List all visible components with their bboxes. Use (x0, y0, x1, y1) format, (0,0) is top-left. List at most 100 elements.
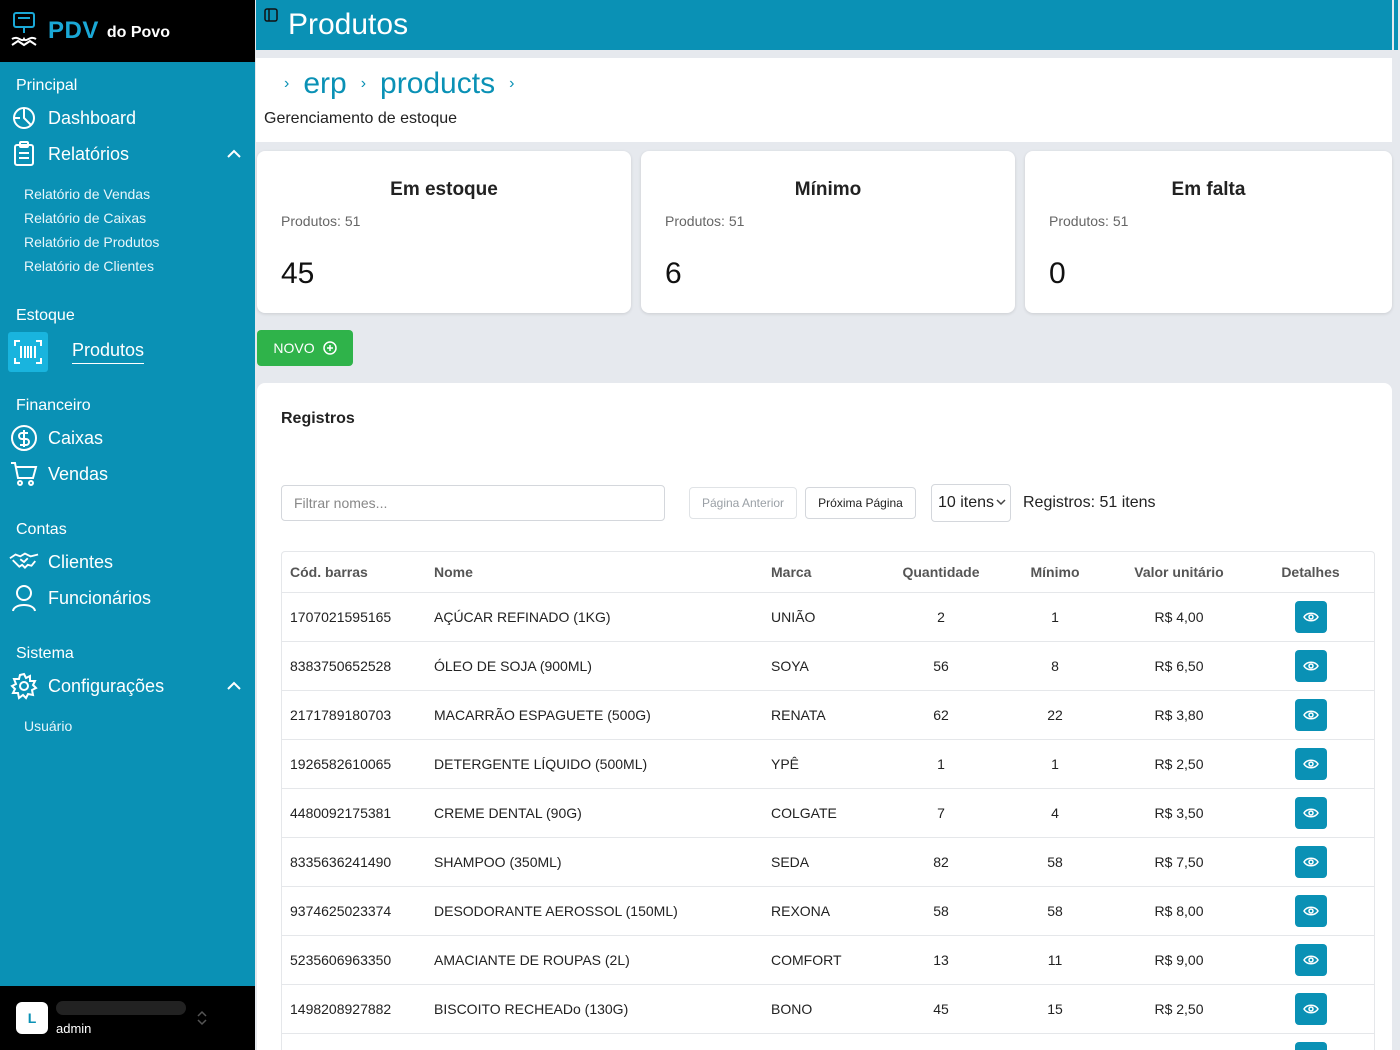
dashboard-icon (9, 103, 39, 133)
sidebar-subitem-relatorio-caixas[interactable]: Relatório de Caixas (0, 206, 255, 230)
breadcrumb-products[interactable]: products (380, 67, 495, 101)
view-details-button[interactable] (1294, 796, 1327, 829)
user-name-redacted (56, 1000, 186, 1015)
column-header-unit-value[interactable]: Valor unitário (1111, 552, 1247, 593)
sidebar-subitem-relatorio-produtos[interactable]: Relatório de Produtos (0, 230, 255, 254)
cell-minimum: 15 (999, 984, 1111, 1034)
cell-barcode: 1926582610065 (282, 739, 434, 789)
new-product-button[interactable]: NOVO (257, 330, 353, 366)
view-details-button[interactable] (1294, 1041, 1327, 1050)
breadcrumb-erp[interactable]: erp (303, 67, 346, 101)
cell-minimum: 1 (999, 739, 1111, 789)
cell-unit-value: R$ 4,00 (1111, 592, 1247, 642)
page-size-value: 10 itens (938, 494, 995, 511)
sidebar-item-vendas[interactable]: Vendas (0, 456, 255, 492)
sidebar: PDV do Povo Principal Dashboard Relatóri… (0, 0, 255, 1050)
records-title: Registros (281, 410, 355, 427)
view-details-button[interactable] (1294, 943, 1327, 976)
plus-circle-icon (322, 341, 337, 355)
chevron-up-icon[interactable] (226, 678, 242, 694)
sidebar-item-relatorios[interactable]: Relatórios (0, 136, 255, 172)
records-panel: Registros Página Anterior Próxima Página… (257, 383, 1392, 1050)
cell-unit-value: R$ 2,50 (1111, 984, 1247, 1034)
column-header-barcode[interactable]: Cód. barras (282, 552, 434, 593)
sidebar-item-configuracoes[interactable]: Configurações (0, 668, 255, 704)
user-menu[interactable]: L admin (0, 986, 255, 1050)
eye-icon (1302, 905, 1319, 917)
cell-unit-value: R$ 9,00 (1111, 935, 1247, 985)
table-row: 2171789180703 MACARRÃO ESPAGUETE (500G) RE… (282, 690, 1374, 740)
scrollbar-thumb[interactable] (1394, 0, 1398, 50)
cell-quantity: 45 (883, 984, 999, 1034)
cell-quantity: 58 (883, 886, 999, 936)
sidebar-item-dashboard[interactable]: Dashboard (0, 100, 255, 136)
column-header-brand[interactable]: Marca (771, 552, 883, 593)
cell-name: CREME DENTAL (90G) (434, 788, 771, 838)
sidebar-item-caixas[interactable]: Caixas (0, 420, 255, 456)
sidebar-subitem-relatorio-clientes[interactable]: Relatório de Clientes (0, 254, 255, 278)
cell-quantity: 56 (883, 641, 999, 691)
view-details-button[interactable] (1294, 845, 1327, 878)
eye-icon (1302, 758, 1319, 770)
sidebar-item-label: Funcionários (48, 587, 152, 608)
cell-brand: UNIÃO (771, 592, 883, 642)
eye-icon (1302, 856, 1319, 868)
chevron-right-icon: › (284, 75, 290, 92)
view-details-button[interactable] (1294, 992, 1327, 1025)
cell-quantity: 2 (883, 592, 999, 642)
sidebar-toggle-icon[interactable] (264, 8, 278, 22)
cell-brand: YPÊ (771, 739, 883, 789)
breadcrumb: › erp › products › (256, 58, 1392, 110)
chevron-up-down-icon[interactable] (196, 1010, 208, 1026)
sidebar-item-funcionarios[interactable]: Funcionários (0, 580, 255, 616)
sidebar-item-label: Caixas (48, 427, 104, 448)
cell-unit-value: R$ 2,50 (1111, 739, 1247, 789)
stat-card-em-estoque: Em estoque Produtos: 51 45 (257, 151, 631, 313)
cell-brand: SEDA (771, 837, 883, 887)
cell-brand: COMFORT (771, 935, 883, 985)
page-size-select[interactable]: 10 itens (931, 484, 1011, 522)
view-details-button[interactable] (1294, 698, 1327, 731)
view-details-button[interactable] (1294, 649, 1327, 682)
column-header-quantity[interactable]: Quantidade (883, 552, 999, 593)
cell-details (1247, 984, 1374, 1034)
chevron-right-icon: › (360, 75, 367, 92)
scrollbar-track[interactable] (1392, 0, 1400, 1050)
cell-details (1247, 788, 1374, 838)
sidebar-item-label: Dashboard (48, 107, 137, 128)
section-sistema-title: Sistema (16, 645, 74, 662)
cell-unit-value: R$ 3,80 (1111, 690, 1247, 740)
next-page-button[interactable]: Próxima Página (805, 487, 916, 519)
cell-unit-value: R$ 3,50 (1111, 788, 1247, 838)
card-subtitle: Produtos: 51 (665, 213, 745, 229)
cell-brand: SOYA (771, 641, 883, 691)
sidebar-subitem-relatorio-vendas[interactable]: Relatório de Vendas (0, 182, 255, 206)
user-role: admin (56, 1020, 92, 1036)
section-estoque-title: Estoque (16, 307, 75, 324)
sidebar-subitem-usuario[interactable]: Usuário (0, 714, 255, 738)
cell-details (1247, 935, 1374, 985)
brand[interactable]: PDV do Povo (0, 0, 255, 62)
cell-details (1247, 592, 1374, 642)
sidebar-item-clientes[interactable]: Clientes (0, 544, 255, 580)
section-principal-title: Principal (16, 77, 78, 94)
column-header-name[interactable]: Nome (434, 552, 771, 593)
table-row: 1707021595165 AÇÚCAR REFINADO (1KG) UNIÃO 2… (282, 592, 1374, 642)
cell-barcode: 8335636241490 (282, 837, 434, 887)
column-header-minimum[interactable]: Mínimo (999, 552, 1111, 593)
cell-unit-value: R$ 6,50 (1111, 641, 1247, 691)
view-details-button[interactable] (1294, 600, 1327, 633)
view-details-button[interactable] (1294, 747, 1327, 780)
sidebar-item-produtos[interactable]: Produtos (0, 332, 255, 372)
sidebar-item-label: Clientes (48, 551, 114, 572)
cell-name: ÓLEO DE SOJA (900ML) (434, 641, 771, 691)
filter-names-input[interactable] (281, 485, 665, 521)
table-row: 4480092175381 CREME DENTAL (90G) COLGATE 7 4… (282, 788, 1374, 838)
table-row (282, 1033, 1374, 1050)
dollar-circle-icon (9, 423, 39, 453)
cell-quantity: 82 (883, 837, 999, 887)
view-details-button[interactable] (1294, 894, 1327, 927)
cell-name: SHAMPOO (350ML) (434, 837, 771, 887)
chevron-up-icon[interactable] (226, 146, 242, 162)
previous-page-button[interactable]: Página Anterior (689, 487, 797, 519)
